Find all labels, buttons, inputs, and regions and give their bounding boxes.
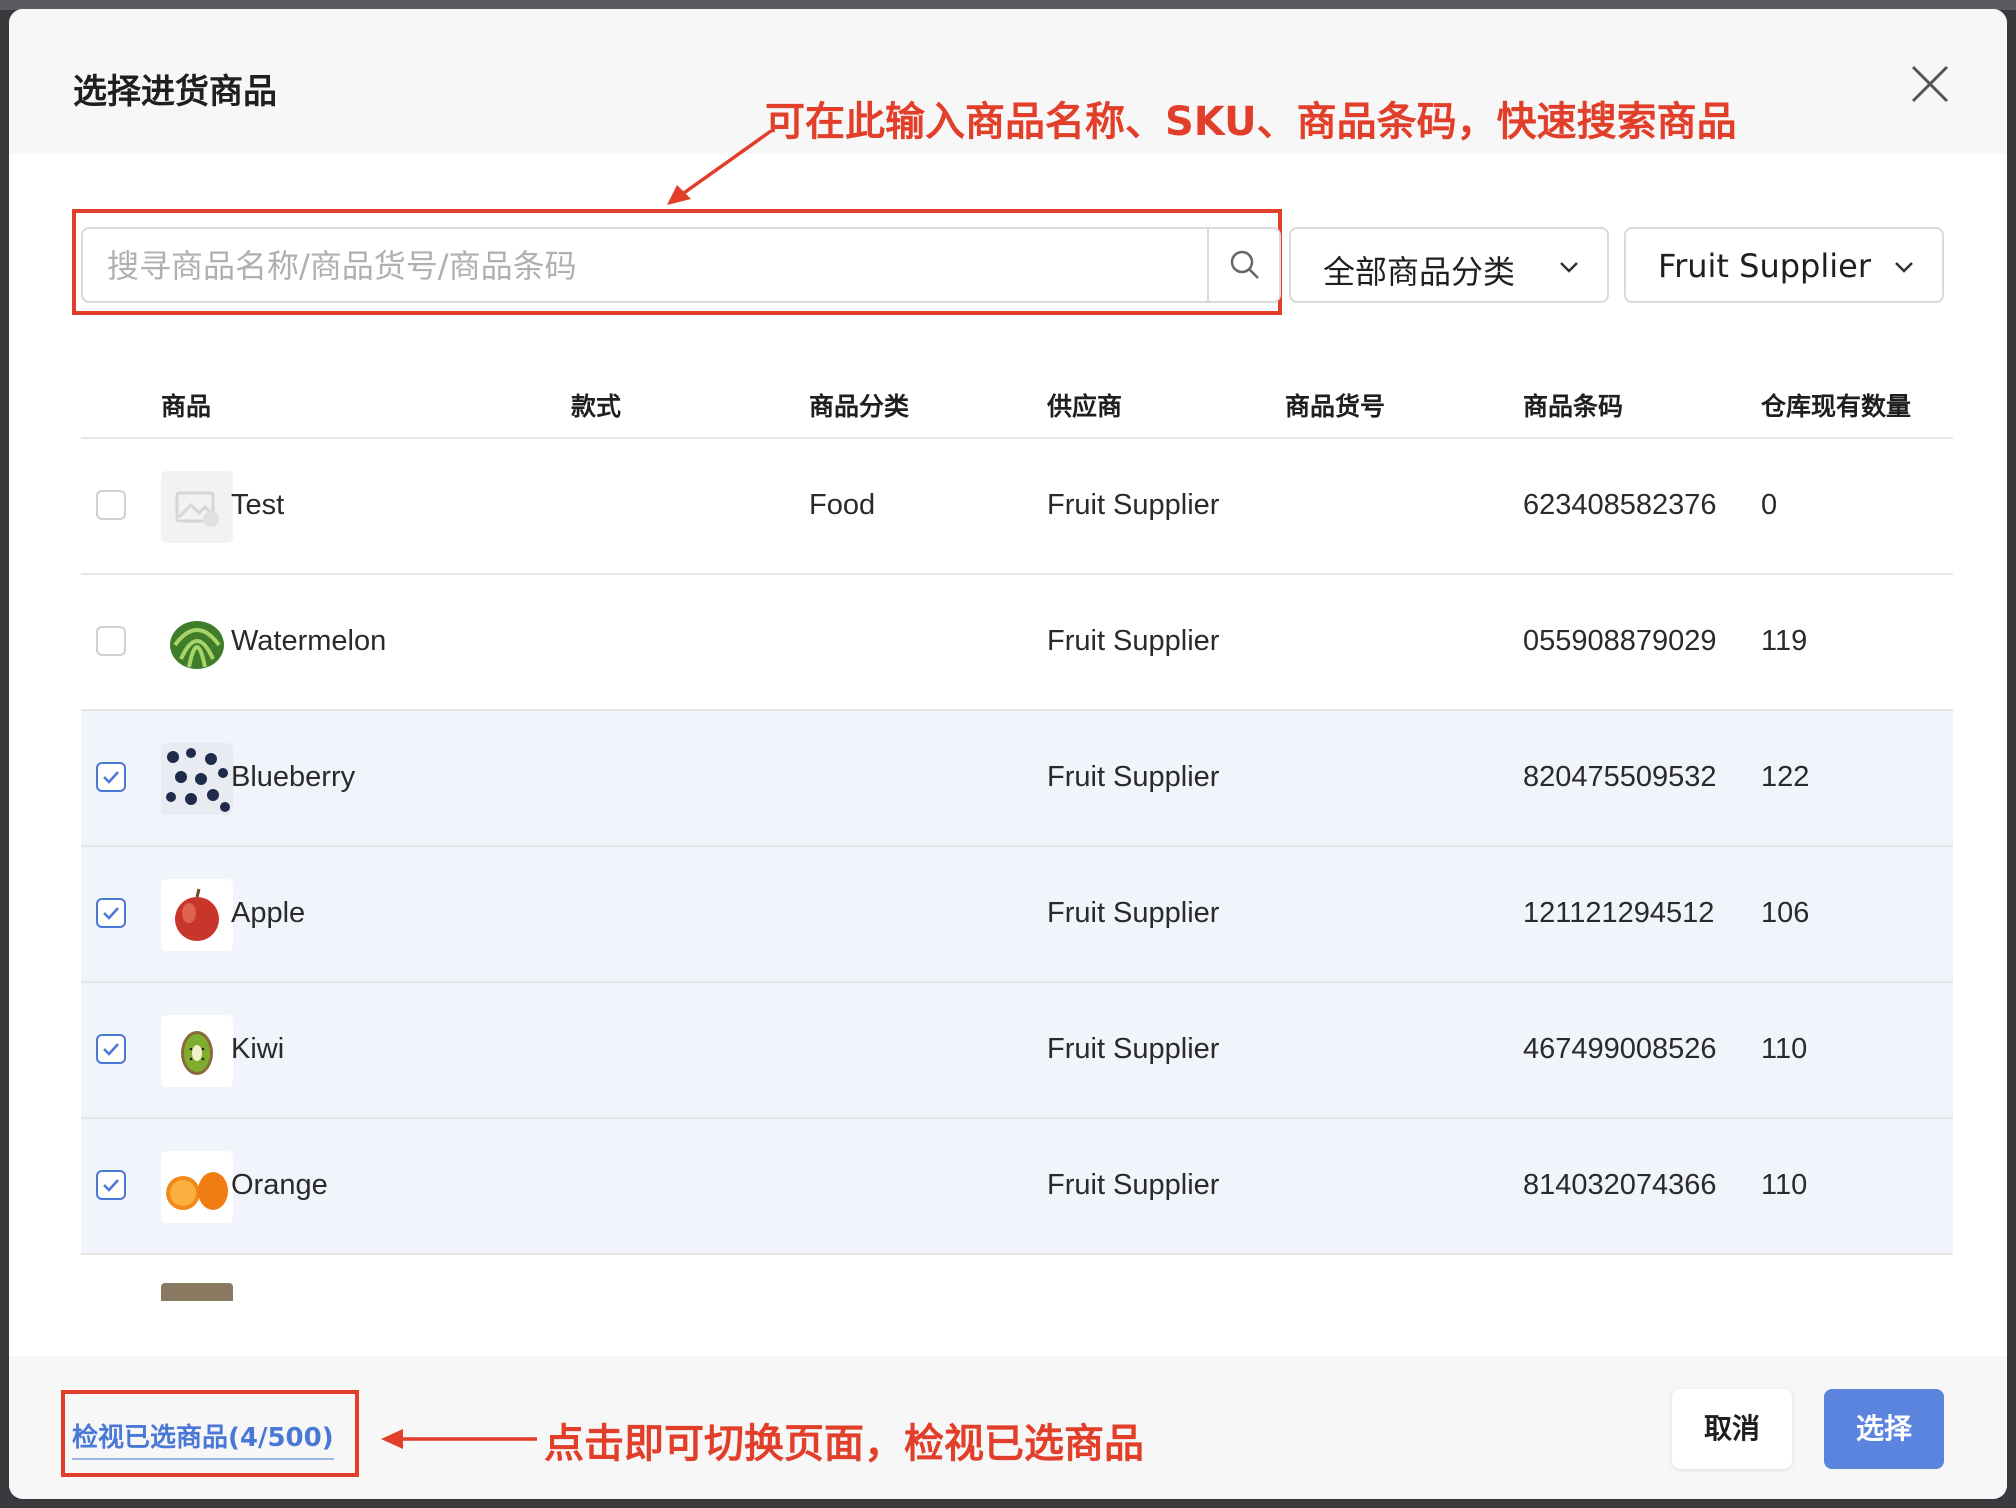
- cancel-button[interactable]: 取消: [1672, 1389, 1792, 1469]
- search-box: [81, 227, 1281, 303]
- product-category: Food: [809, 489, 876, 521]
- column-header-sku: 商品货号: [1285, 392, 1386, 421]
- product-stock: 119: [1761, 625, 1808, 657]
- product-thumbnail: [161, 743, 233, 815]
- product-supplier: Fruit Supplier: [1047, 489, 1220, 521]
- column-header-stock: 仓库现有数量: [1761, 392, 1912, 421]
- product-supplier: Fruit Supplier: [1047, 625, 1220, 657]
- column-header-supplier: 供应商: [1047, 392, 1123, 421]
- product-stock: 106: [1761, 897, 1810, 929]
- search-input[interactable]: [105, 229, 1199, 303]
- product-name: Test: [231, 489, 285, 521]
- search-annotation-arrow: [667, 129, 773, 205]
- supplier-select-value: Fruit Supplier: [1658, 247, 1871, 285]
- row-checkbox[interactable]: [96, 1170, 126, 1200]
- table-row[interactable]: Apple Fruit Supplier 121121294512 106: [81, 847, 1953, 983]
- product-stock: 0: [1761, 489, 1778, 521]
- view-selected-annotation-arrow: [381, 1429, 537, 1449]
- table-header: 商品 款式 商品分类 供应商 商品货号 商品条码 仓库现有数量: [81, 369, 1953, 439]
- chevron-down-icon: [1560, 262, 1578, 273]
- product-thumbnail: [161, 879, 233, 951]
- column-header-barcode: 商品条码: [1523, 392, 1624, 421]
- category-select-value: 全部商品分类: [1323, 253, 1516, 291]
- table-row[interactable]: Test Food Fruit Supplier 623408582376 0: [81, 439, 1953, 575]
- product-thumbnail: [161, 1015, 233, 1087]
- table-row[interactable]: Orange Fruit Supplier 814032074366 110: [81, 1119, 1953, 1255]
- column-header-product: 商品: [161, 392, 212, 421]
- view-selected-annotation-text: 点击即可切换页面，检视已选商品: [544, 1421, 1144, 1467]
- checkmark-icon: [103, 771, 119, 784]
- product-supplier: Fruit Supplier: [1047, 1169, 1220, 1201]
- product-thumbnail: [161, 471, 233, 543]
- view-selected-link[interactable]: 检视已选商品(4/500): [72, 1417, 334, 1460]
- checkmark-icon: [103, 1043, 119, 1056]
- row-checkbox[interactable]: [96, 626, 126, 656]
- product-barcode: 814032074366: [1523, 1169, 1717, 1201]
- close-icon: [1911, 65, 1949, 103]
- row-checkbox[interactable]: [96, 898, 126, 928]
- product-name: Blueberry: [231, 761, 356, 793]
- table-row[interactable]: Watermelon Fruit Supplier 055908879029 119: [81, 575, 1953, 711]
- search-annotation-text: 可在此输入商品名称、SKU、商品条码，快速搜索商品: [765, 99, 1737, 145]
- product-barcode: 467499008526: [1523, 1033, 1717, 1065]
- product-thumbnail: [161, 607, 233, 679]
- product-supplier: Fruit Supplier: [1047, 897, 1220, 929]
- chevron-down-icon: [1895, 262, 1913, 273]
- product-stock: 110: [1761, 1169, 1808, 1201]
- column-header-category: 商品分类: [809, 392, 910, 421]
- table-row[interactable]: Kiwi Fruit Supplier 467499008526 110: [81, 983, 1953, 1119]
- select-products-dialog: 选择进货商品 可在此输入商品名称、SKU、商品条码，快速搜索商品 全部商品分类 …: [9, 9, 2007, 1499]
- product-supplier: Fruit Supplier: [1047, 1033, 1220, 1065]
- product-stock: 122: [1761, 761, 1810, 793]
- close-button[interactable]: [1907, 61, 1953, 107]
- product-barcode: 121121294512: [1523, 897, 1715, 929]
- product-name: Orange: [231, 1169, 328, 1201]
- product-barcode: 055908879029: [1523, 625, 1717, 657]
- product-table-body: Test Food Fruit Supplier 623408582376 0 Water…: [81, 439, 1953, 1301]
- row-checkbox[interactable]: [96, 762, 126, 792]
- search-button[interactable]: [1207, 229, 1279, 301]
- category-select[interactable]: 全部商品分类: [1289, 227, 1609, 303]
- checkmark-icon: [103, 907, 119, 920]
- product-barcode: 820475509532: [1523, 761, 1717, 793]
- table-row[interactable]: Blueberry Fruit Supplier 820475509532 122: [81, 711, 1953, 847]
- product-name: Kiwi: [231, 1033, 285, 1065]
- product-supplier: Fruit Supplier: [1047, 761, 1220, 793]
- supplier-select[interactable]: Fruit Supplier: [1624, 227, 1944, 303]
- product-barcode: 623408582376: [1523, 489, 1717, 521]
- row-checkbox[interactable]: [96, 1034, 126, 1064]
- search-icon: [1230, 250, 1259, 279]
- product-name: Watermelon: [231, 625, 387, 657]
- row-checkbox[interactable]: [96, 490, 126, 520]
- checkmark-icon: [103, 1179, 119, 1192]
- product-stock: 110: [1761, 1033, 1808, 1065]
- product-thumbnail: [161, 1151, 233, 1223]
- next-row-thumbnail-peek: [161, 1283, 233, 1301]
- column-header-style: 款式: [571, 392, 622, 421]
- select-button[interactable]: 选择: [1824, 1389, 1944, 1469]
- dialog-title: 选择进货商品: [73, 73, 277, 111]
- product-name: Apple: [231, 897, 306, 929]
